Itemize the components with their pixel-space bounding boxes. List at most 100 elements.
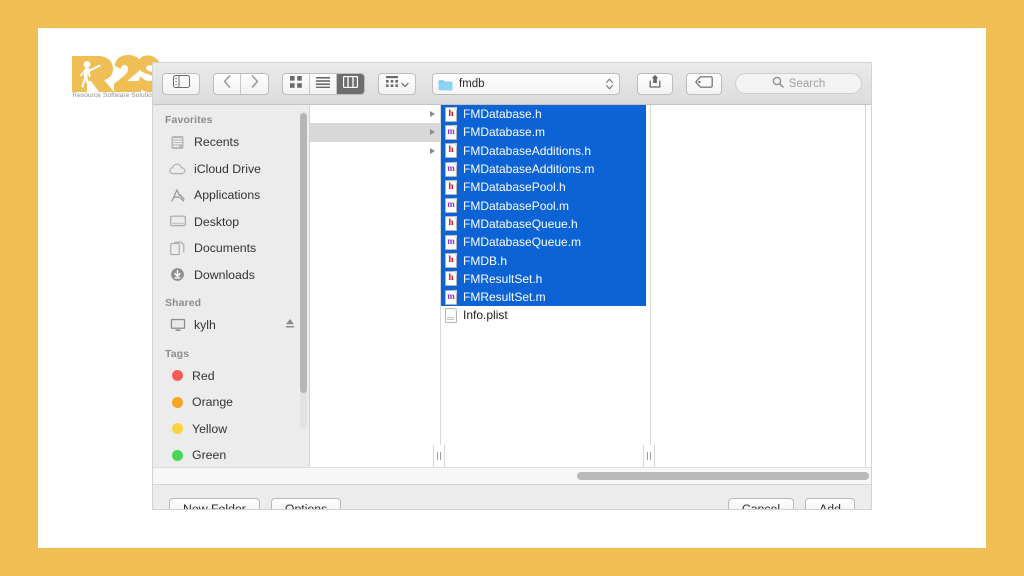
add-button[interactable]: Add xyxy=(805,498,855,511)
column-row[interactable] xyxy=(310,123,440,141)
column-view-icon xyxy=(343,75,358,93)
navigation-buttons xyxy=(213,73,269,95)
sidebar-item-label: Desktop xyxy=(194,215,239,229)
list-view-icon xyxy=(316,75,330,93)
file-name: FMDB.h xyxy=(463,254,507,268)
sidebar-item-label: Downloads xyxy=(194,268,255,282)
file-row[interactable]: m FMDatabasePool.m xyxy=(441,196,646,214)
disclosure-triangle-icon xyxy=(430,148,435,154)
file-name: FMDatabasePool.m xyxy=(463,199,569,213)
display-icon xyxy=(169,317,186,333)
file-row[interactable]: h FMDatabaseAdditions.h xyxy=(441,142,646,160)
chevron-down-icon xyxy=(401,75,409,93)
cancel-button[interactable]: Cancel xyxy=(728,498,794,511)
forward-button[interactable] xyxy=(241,74,268,94)
h-file-icon: h xyxy=(445,253,458,268)
file-row[interactable]: Info.plist xyxy=(441,306,646,324)
m-file-icon: m xyxy=(445,162,458,177)
file-name: FMDatabaseAdditions.h xyxy=(463,144,591,158)
group-by-icon xyxy=(386,75,398,93)
file-row[interactable]: m FMResultSet.m xyxy=(441,288,646,306)
sidebar-item-kylh[interactable]: kylh xyxy=(153,312,309,339)
file-row[interactable]: h FMDatabaseQueue.h xyxy=(441,215,646,233)
file-row[interactable]: m FMDatabase.m xyxy=(441,123,646,141)
file-name: FMDatabaseAdditions.m xyxy=(463,162,594,176)
sidebar-item-desktop[interactable]: Desktop xyxy=(153,209,309,236)
back-button[interactable] xyxy=(214,74,241,94)
sidebar-item-label: Orange xyxy=(192,395,233,409)
file-name: FMDatabaseQueue.m xyxy=(463,235,581,249)
column-row[interactable] xyxy=(310,142,440,160)
file-name: FMDatabaseQueue.h xyxy=(463,217,578,231)
sidebar-item-downloads[interactable]: Downloads xyxy=(153,262,309,289)
sidebar-scrollbar[interactable] xyxy=(300,111,307,429)
desktop-icon xyxy=(169,214,186,230)
list-view-button[interactable] xyxy=(310,74,337,94)
sidebar-item-tag-green[interactable]: Green xyxy=(153,442,309,467)
sidebar-item-tag-orange[interactable]: Orange xyxy=(153,389,309,416)
options-button[interactable]: Options xyxy=(271,498,341,511)
sidebar-item-documents[interactable]: Documents xyxy=(153,235,309,262)
sidebar: Favorites Recents xyxy=(153,105,310,467)
disclosure-triangle-icon xyxy=(430,129,435,135)
sidebar-toggle-button[interactable] xyxy=(162,73,200,95)
m-file-icon: m xyxy=(445,198,458,213)
sidebar-item-tag-red[interactable]: Red xyxy=(153,363,309,390)
search-icon xyxy=(772,75,784,93)
column-view-button[interactable] xyxy=(337,74,364,94)
file-row[interactable]: h FMDB.h xyxy=(441,251,646,269)
file-row[interactable]: h FMResultSet.h xyxy=(441,270,646,288)
applications-icon xyxy=(169,187,186,203)
tag-button[interactable] xyxy=(686,73,722,95)
horizontal-scrollbar[interactable] xyxy=(153,467,871,484)
path-popup-button[interactable]: fmdb xyxy=(432,73,620,95)
horizontal-scrollbar-thumb[interactable] xyxy=(577,472,869,480)
column-resize-grip[interactable] xyxy=(643,445,655,467)
file-name: FMDatabase.m xyxy=(463,125,545,139)
sidebar-section-title-favorites: Favorites xyxy=(153,105,309,129)
file-row[interactable]: h FMDatabasePool.h xyxy=(441,178,646,196)
tag-dot-icon xyxy=(172,397,183,408)
m-file-icon: m xyxy=(445,125,458,140)
dialog-toolbar: fmdb xyxy=(153,63,871,105)
dialog-bottom-bar: New Folder Options Cancel Add xyxy=(153,484,871,510)
sidebar-item-icloud-drive[interactable]: iCloud Drive xyxy=(153,156,309,183)
eject-icon[interactable] xyxy=(285,316,295,334)
chevron-left-icon xyxy=(223,75,231,93)
column-browser: h FMDatabase.h m FMDatabase.m h xyxy=(310,105,871,467)
path-popup-label: fmdb xyxy=(459,78,605,90)
clock-document-icon xyxy=(169,134,186,150)
column-resize-grip[interactable] xyxy=(433,445,445,467)
share-button[interactable] xyxy=(637,73,673,95)
h-file-icon: h xyxy=(445,143,458,158)
dialog-body: Favorites Recents xyxy=(153,105,871,467)
brand-logo: Resource Software Solution xyxy=(66,52,162,108)
search-placeholder-text: Search xyxy=(789,78,825,90)
group-by-button[interactable] xyxy=(378,73,416,95)
r2s-logo-icon xyxy=(66,52,162,94)
sidebar-item-label: Green xyxy=(192,448,226,462)
file-open-dialog: fmdb xyxy=(152,62,872,510)
sidebar-item-label: kylh xyxy=(194,318,216,332)
file-row[interactable]: m FMDatabaseAdditions.m xyxy=(441,160,646,178)
search-input[interactable]: Search xyxy=(735,73,862,94)
view-mode-buttons xyxy=(282,73,365,95)
icon-view-button[interactable] xyxy=(283,74,310,94)
sidebar-item-label: Red xyxy=(192,369,215,383)
column-row[interactable] xyxy=(310,105,440,123)
tag-icon xyxy=(695,75,713,93)
brand-tagline: Resource Software Solution xyxy=(66,92,162,99)
file-name: FMResultSet.h xyxy=(463,272,542,286)
sidebar-item-tag-yellow[interactable]: Yellow xyxy=(153,416,309,443)
sidebar-scrollbar-thumb[interactable] xyxy=(300,113,307,393)
file-name: FMResultSet.m xyxy=(463,290,546,304)
file-row[interactable]: m FMDatabaseQueue.m xyxy=(441,233,646,251)
file-row[interactable]: h FMDatabase.h xyxy=(441,105,646,123)
new-folder-button[interactable]: New Folder xyxy=(169,498,260,511)
sidebar-item-recents[interactable]: Recents xyxy=(153,129,309,156)
slide-background: Resource Software Solution xyxy=(0,0,1024,576)
tag-dot-icon xyxy=(172,423,183,434)
sidebar-item-applications[interactable]: Applications xyxy=(153,182,309,209)
share-icon xyxy=(649,74,661,93)
h-file-icon: h xyxy=(445,271,458,286)
